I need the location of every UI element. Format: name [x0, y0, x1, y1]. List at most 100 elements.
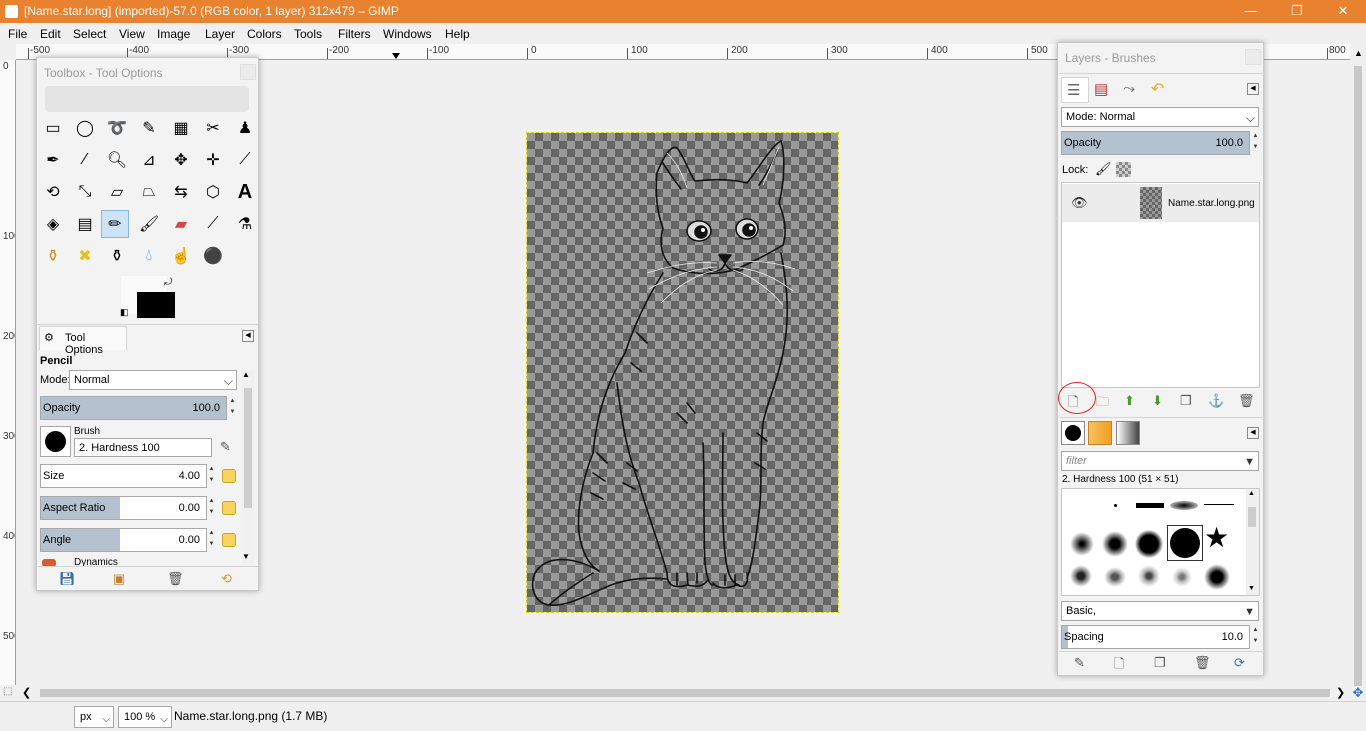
horizontal-scrollbar[interactable]: ❮ ❯ [16, 685, 1350, 701]
star-brush-icon[interactable]: ★ [1204, 523, 1229, 553]
brush-item[interactable] [1170, 501, 1198, 510]
tab-menu-icon[interactable]: ◀ [242, 330, 254, 342]
measure-tool-icon[interactable]: ⊿ [135, 146, 163, 174]
brush-item[interactable] [1135, 530, 1163, 558]
tab-menu-icon[interactable]: ◀ [1247, 83, 1259, 95]
reset-angle-icon[interactable] [222, 533, 236, 547]
opacity-stepper[interactable]: ▲ ▼ [228, 396, 237, 420]
swap-colors-icon[interactable]: ⤾ [164, 277, 172, 288]
spacing-slider[interactable]: Spacing 10.0 [1061, 625, 1250, 649]
brush-item[interactable] [1138, 565, 1160, 587]
perspective-tool-icon[interactable]: ⏢ [135, 178, 163, 206]
free-select-tool-icon[interactable]: ➰ [103, 114, 131, 142]
tool-options-scrollbar[interactable]: ▲ ▼ [242, 370, 254, 564]
menu-view[interactable]: View [119, 27, 145, 41]
refresh-brushes-icon[interactable]: ⟳ [1234, 655, 1245, 671]
save-options-icon[interactable]: 💾︎ [59, 571, 76, 587]
layer-name[interactable]: Name.star.long.png [1168, 198, 1255, 209]
size-slider[interactable]: Size 4.00 [40, 464, 207, 488]
perspective-clone-tool-icon[interactable]: ⚱ [103, 242, 131, 270]
dock-close-button[interactable] [240, 64, 256, 80]
brush-name-field[interactable]: 2. Hardness 100 [74, 438, 212, 457]
brush-preset-select[interactable]: Basic, ▼ [1061, 601, 1259, 621]
aspect-stepper[interactable]: ▲ ▼ [207, 496, 216, 520]
foreground-select-tool-icon[interactable]: ♟ [231, 114, 259, 142]
reset-aspect-icon[interactable] [222, 501, 236, 515]
heal-tool-icon[interactable]: ✖ [71, 242, 99, 270]
restore-options-icon[interactable]: ▣ [113, 571, 125, 587]
lock-pixels-icon[interactable]: 🖌︎ [1095, 161, 1112, 177]
brush-item[interactable] [1136, 503, 1164, 508]
new-layer-icon[interactable]: 🗋︎ [1068, 393, 1078, 415]
align-tool-icon[interactable]: ✛ [199, 146, 227, 174]
quick-mask-icon[interactable]: ⬚ [3, 686, 12, 697]
reset-options-icon[interactable]: ⟲ [221, 571, 232, 587]
menu-colors[interactable]: Colors [247, 27, 282, 41]
eraser-tool-icon[interactable]: ▰ [167, 210, 195, 238]
zoom-tool-icon[interactable]: 🔍︎ [103, 146, 131, 174]
scissors-tool-icon[interactable]: ✂ [199, 114, 227, 142]
dock-close-button[interactable] [1245, 49, 1261, 65]
image-canvas[interactable] [526, 132, 839, 613]
menu-tools[interactable]: Tools [294, 27, 322, 41]
layer-opacity-slider[interactable]: Opacity 100.0 [1061, 131, 1250, 155]
brush-item[interactable] [1204, 504, 1234, 505]
eye-visibility-icon[interactable]: 👁︎ [1071, 195, 1088, 211]
scale-tool-icon[interactable]: ⤡ [71, 178, 99, 206]
layer-opacity-stepper[interactable]: ▲ ▼ [1251, 131, 1260, 155]
duplicate-brush-icon[interactable]: ❐ [1154, 655, 1166, 671]
angle-slider[interactable]: Angle 0.00 [40, 528, 207, 552]
horizontal-scroll-thumb[interactable] [40, 689, 1330, 697]
tab-paths[interactable]: ⤳ [1118, 77, 1146, 103]
wilber-banner[interactable] [45, 86, 249, 112]
airbrush-tool-icon[interactable]: ⟋ [199, 210, 227, 238]
zoom-select[interactable]: 100 % ⌵ [118, 706, 172, 728]
delete-brush-icon[interactable]: 🗑︎ [1194, 655, 1211, 671]
minimize-button[interactable]: — [1228, 0, 1274, 23]
clone-tool-icon[interactable]: ⚱ [39, 242, 67, 270]
opacity-slider[interactable]: Opacity 100.0 [40, 396, 227, 420]
navigate-icon[interactable]: ✥ [1350, 685, 1366, 701]
brush-item[interactable] [1070, 532, 1094, 556]
bucket-fill-tool-icon[interactable]: ◈ [39, 210, 67, 238]
new-brush-icon[interactable]: 🗋︎ [1114, 655, 1124, 677]
menu-help[interactable]: Help [445, 27, 470, 41]
move-tool-icon[interactable]: ✥ [167, 146, 195, 174]
anchor-layer-icon[interactable]: ⚓ [1208, 393, 1224, 409]
brush-item[interactable] [1114, 504, 1117, 507]
cage-transform-tool-icon[interactable]: ⬡ [199, 178, 227, 206]
raise-layer-icon[interactable]: ⬆ [1124, 393, 1135, 409]
dodge-burn-tool-icon[interactable]: ⚫ [199, 242, 227, 270]
close-button[interactable]: ✕ [1320, 0, 1366, 23]
layer-list[interactable]: 👁︎ Name.star.long.png [1061, 182, 1260, 388]
delete-options-icon[interactable]: 🗑︎ [167, 571, 184, 587]
brush-item-selected[interactable] [1167, 525, 1203, 561]
color-picker-tool-icon[interactable]: ⁄ [71, 146, 99, 174]
scroll-thumb[interactable] [244, 388, 252, 508]
tab-undo-history[interactable]: ↶ [1146, 77, 1174, 103]
tab-menu-icon[interactable]: ◀ [1247, 427, 1259, 439]
brush-item[interactable] [1204, 564, 1230, 590]
text-tool-icon[interactable]: A [231, 178, 259, 206]
edit-brush-icon[interactable]: ✎ [1074, 655, 1085, 671]
blend-tool-icon[interactable]: ▤ [71, 210, 99, 238]
pencil-tool-icon[interactable]: ✏ [101, 210, 129, 238]
tab-gradients[interactable] [1116, 421, 1140, 445]
menu-select[interactable]: Select [73, 27, 106, 41]
paintbrush-tool-icon[interactable]: 🖌︎ [135, 210, 163, 238]
flip-tool-icon[interactable]: ⇆ [167, 178, 195, 206]
scroll-left-arrow[interactable]: ❮ [22, 686, 31, 699]
default-colors-icon[interactable]: ◧ [120, 307, 129, 318]
angle-stepper[interactable]: ▲ ▼ [207, 528, 216, 552]
mode-select[interactable]: Normal ⌵ [69, 370, 237, 390]
shear-tool-icon[interactable]: ▱ [103, 178, 131, 206]
lock-alpha-icon[interactable] [1116, 162, 1131, 177]
lower-layer-icon[interactable]: ⬇ [1152, 393, 1163, 409]
menu-windows[interactable]: Windows [383, 27, 432, 41]
menu-image[interactable]: Image [157, 27, 190, 41]
reset-size-icon[interactable] [222, 469, 236, 483]
vertical-scroll-thumb[interactable] [1354, 66, 1362, 686]
delete-layer-icon[interactable]: 🗑︎ [1238, 393, 1255, 409]
new-layer-group-icon[interactable]: 🗀︎ [1096, 393, 1109, 415]
unit-select[interactable]: px ⌵ [74, 706, 114, 728]
